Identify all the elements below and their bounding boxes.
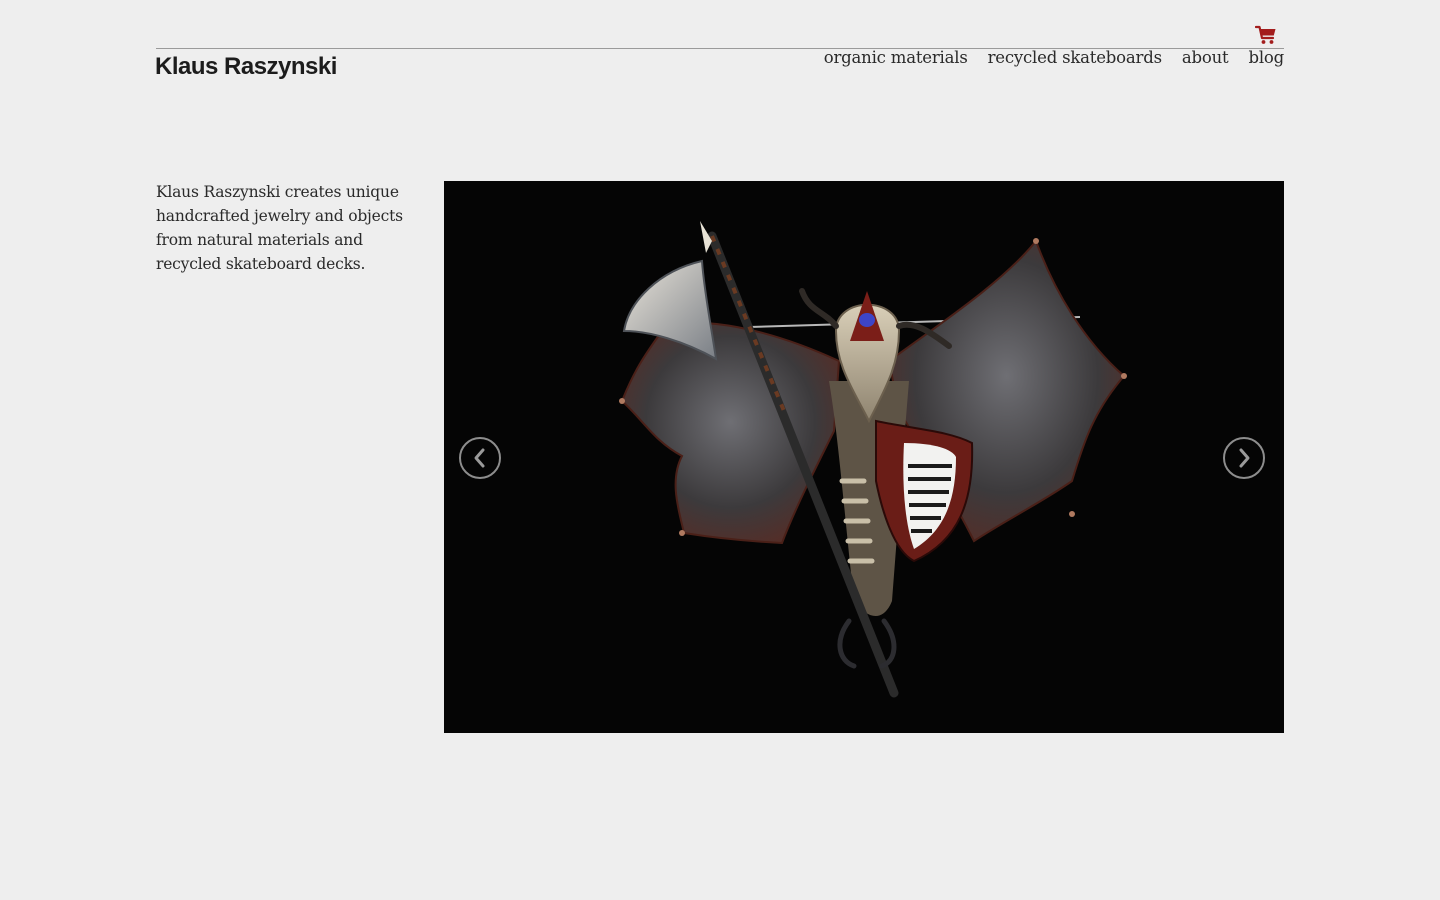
shopping-cart-icon — [1254, 25, 1276, 44]
intro-text: Klaus Raszynski creates unique handcraft… — [156, 183, 403, 273]
slide-image — [619, 221, 1127, 698]
main-nav: organic materials recycled skateboards a… — [824, 48, 1284, 67]
slideshow-prev-button[interactable] — [459, 437, 501, 479]
site-logo[interactable]: Klaus Raszynski — [155, 53, 337, 81]
nav-recycled-skateboards[interactable]: recycled skateboards — [988, 48, 1162, 67]
image-slideshow[interactable] — [444, 181, 1284, 733]
nav-about[interactable]: about — [1182, 48, 1229, 67]
cart-button[interactable] — [1254, 25, 1277, 45]
chevron-right-icon — [1239, 448, 1250, 468]
nav-organic-materials[interactable]: organic materials — [824, 48, 968, 67]
chevron-left-icon — [474, 448, 485, 468]
slideshow-next-button[interactable] — [1223, 437, 1265, 479]
nav-blog[interactable]: blog — [1248, 48, 1284, 67]
